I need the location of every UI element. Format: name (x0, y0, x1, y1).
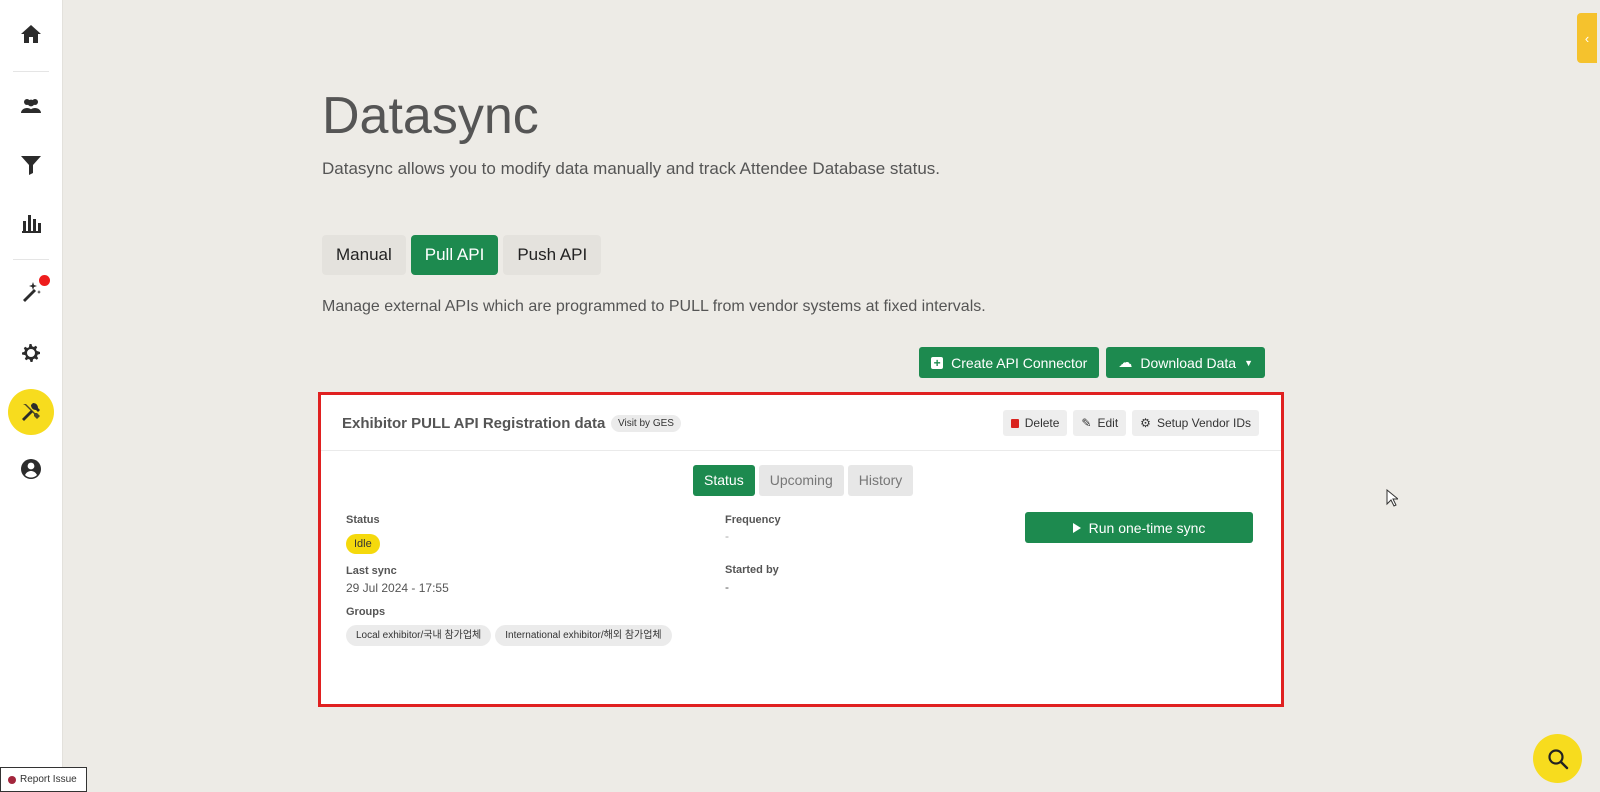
run-one-time-sync-button[interactable]: Run one-time sync (1025, 512, 1253, 543)
search-icon (1547, 748, 1568, 769)
gear-icon[interactable] (11, 333, 51, 373)
group-pill: Local exhibitor/국내 참가업체 (346, 625, 492, 646)
report-issue-label: Report Issue (20, 774, 77, 785)
gear-icon: ⚙ (1140, 416, 1151, 430)
connector-tabs: Status Upcoming History (693, 465, 914, 496)
sidebar-divider (13, 71, 49, 72)
cloud-download-icon: ☁ (1118, 354, 1133, 370)
last-sync-label: Last sync (346, 565, 397, 577)
action-bar: + Create API Connector ☁ Download Data ▼ (919, 347, 1265, 378)
card-actions: Delete ✎ Edit ⚙ Setup Vendor IDs (1002, 410, 1259, 436)
tab-history[interactable]: History (847, 465, 914, 496)
started-by-value: - (725, 580, 729, 594)
user-circle-icon[interactable] (11, 449, 51, 489)
tab-status[interactable]: Status (693, 465, 755, 496)
panel-collapse-tab[interactable]: ‹ (1577, 13, 1597, 63)
home-icon[interactable] (11, 14, 51, 54)
search-fab[interactable] (1533, 734, 1582, 783)
run-one-time-sync-label: Run one-time sync (1088, 519, 1206, 536)
download-data-button[interactable]: ☁ Download Data ▼ (1106, 347, 1265, 378)
notification-dot (39, 275, 50, 286)
download-data-label: Download Data (1140, 354, 1237, 371)
create-api-connector-label: Create API Connector (951, 354, 1088, 371)
mouse-cursor (1386, 489, 1398, 507)
setup-vendor-ids-button[interactable]: ⚙ Setup Vendor IDs (1132, 410, 1259, 436)
edit-label: Edit (1097, 416, 1119, 430)
card-header: Exhibitor PULL API Registration data Vis… (321, 395, 1281, 451)
connector-title: Exhibitor PULL API Registration data (342, 415, 606, 432)
sidebar (0, 0, 63, 792)
edit-button[interactable]: ✎ Edit (1073, 410, 1127, 436)
tab-upcoming[interactable]: Upcoming (758, 465, 844, 496)
started-by-label: Started by (725, 564, 779, 576)
magic-wand-icon[interactable] (11, 272, 51, 312)
users-icon[interactable] (11, 86, 51, 126)
groups-list: Local exhibitor/국내 참가업체 International ex… (346, 625, 672, 646)
tools-icon[interactable] (8, 389, 54, 435)
bug-icon (8, 775, 16, 784)
group-pill: International exhibitor/해외 참가업체 (495, 625, 672, 646)
chevron-left-icon: ‹ (1584, 30, 1590, 46)
frequency-value: - (725, 529, 729, 543)
tab-push-api[interactable]: Push API (503, 235, 602, 275)
trash-icon (1010, 418, 1019, 428)
pencil-icon: ✎ (1081, 416, 1092, 430)
frequency-label: Frequency (725, 514, 781, 526)
vendor-badge: Visit by GES (611, 415, 681, 432)
sidebar-divider (13, 259, 49, 260)
page-title: Datasync (322, 87, 539, 145)
status-badge: Idle (346, 534, 380, 554)
delete-label: Delete (1024, 416, 1060, 430)
status-label: Status (346, 514, 380, 526)
plus-square-icon: + (931, 356, 944, 369)
tab-manual[interactable]: Manual (322, 235, 406, 275)
mode-tabs: Manual Pull API Push API (322, 235, 602, 275)
filter-icon[interactable] (11, 145, 51, 185)
groups-label: Groups (346, 606, 386, 618)
report-issue-button[interactable]: Report Issue (0, 767, 87, 792)
play-icon (1072, 522, 1081, 533)
chevron-down-icon: ▼ (1244, 357, 1253, 368)
setup-vendor-ids-label: Setup Vendor IDs (1156, 416, 1251, 430)
api-connector-card: Exhibitor PULL API Registration data Vis… (318, 392, 1284, 707)
last-sync-value: 29 Jul 2024 - 17:55 (346, 581, 449, 595)
bar-chart-icon[interactable] (11, 203, 51, 243)
delete-button[interactable]: Delete (1002, 410, 1068, 436)
tab-description: Manage external APIs which are programme… (322, 298, 986, 315)
tab-pull-api[interactable]: Pull API (410, 235, 499, 275)
page-subtitle: Datasync allows you to modify data manua… (322, 159, 941, 178)
create-api-connector-button[interactable]: + Create API Connector (919, 347, 1100, 378)
